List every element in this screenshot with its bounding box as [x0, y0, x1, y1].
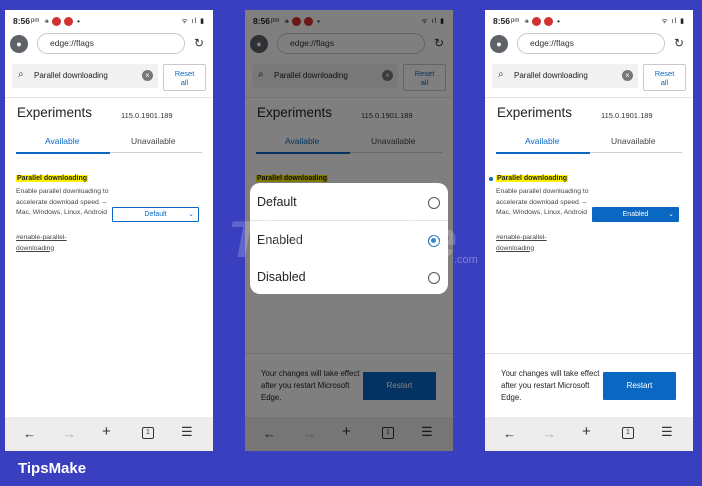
reset-label: Reset [654, 69, 675, 78]
flag-select-value: Enabled [622, 211, 649, 218]
tab-unavailable[interactable]: Unavailable [611, 136, 655, 146]
restart-button[interactable]: Restart [603, 372, 676, 400]
status-time: 8:56 [493, 16, 511, 26]
refresh-icon[interactable]: ↻ [672, 36, 686, 50]
option-dialog: Default Enabled Disabled [250, 183, 448, 294]
status-ampm: pm [31, 18, 40, 24]
search-value: Parallel downloading [514, 71, 588, 80]
radio-enabled-selected[interactable] [428, 235, 440, 247]
phone-screen-enabled: 8:56 pm ⚹ • ᯤ ıl ▮ ● edge://flags ↻ ⌕ Pa… [485, 10, 693, 451]
notification-dot-icon: • [77, 16, 80, 26]
chevron-down-icon: ⌄ [668, 211, 674, 218]
phone-screen-default: 8:56 pm ⚹ • ᯤ ıl ▮ ● edge://flags ↻ ⌕ Pa… [5, 10, 213, 451]
tab-active-indicator [16, 152, 110, 154]
jio-icon [64, 16, 74, 26]
signal-battery-icons: ᯤ ıl ▮ [181, 17, 205, 25]
option-default[interactable]: Default [257, 195, 297, 209]
page-title: Experiments [497, 105, 573, 120]
watermark-suffix: .com [454, 254, 478, 266]
flag-description: Enable parallel downloading to accelerat… [496, 188, 589, 217]
clear-search-icon[interactable]: × [142, 70, 153, 81]
menu-icon[interactable]: ☰ [181, 424, 193, 440]
option-separator [250, 220, 448, 221]
divider [485, 97, 693, 98]
back-icon[interactable]: ← [23, 426, 36, 441]
status-ampm: pm [511, 18, 520, 24]
chevron-down-icon: ⌄ [188, 211, 194, 218]
flag-select-value: Default [144, 211, 167, 218]
back-icon[interactable]: ← [503, 426, 516, 441]
restart-message: Your changes will take effect after you … [501, 369, 600, 402]
search-icon: ⌕ [498, 69, 504, 80]
address-bar[interactable]: edge://flags [517, 33, 665, 54]
flag-search-input[interactable]: ⌕ Parallel downloading × [12, 64, 158, 88]
reset-label: Reset [174, 69, 195, 78]
reset-all-button[interactable]: Reset all [163, 64, 206, 91]
tab-available[interactable]: Available [45, 136, 79, 146]
profile-avatar-icon[interactable]: ● [490, 35, 508, 53]
address-row: ● edge://flags ↻ [5, 32, 213, 56]
notification-dot-icon: • [557, 16, 560, 26]
bottom-nav: ← → + 1 ☰ [485, 417, 693, 451]
flag-search-input[interactable]: ⌕ Parallel downloading × [492, 64, 638, 88]
tab-active-indicator [496, 152, 590, 154]
flag-anchor-link[interactable]: #enable-parallel-downloading [496, 233, 576, 254]
new-tab-icon[interactable]: + [102, 423, 111, 440]
search-icon: ⌕ [18, 69, 24, 80]
restart-banner: Your changes will take effect after you … [485, 353, 693, 417]
flag-name: Parallel downloading [496, 175, 569, 182]
option-disabled[interactable]: Disabled [257, 270, 306, 284]
jio-icon [544, 16, 554, 26]
menu-icon[interactable]: ☰ [661, 424, 673, 440]
jio-icon [532, 16, 542, 26]
signal-battery-icons: ᯤ ıl ▮ [661, 17, 685, 25]
tab-count-icon[interactable]: 1 [622, 427, 634, 439]
tab-unavailable[interactable]: Unavailable [131, 136, 175, 146]
flag-anchor-link[interactable]: #enable-parallel-downloading [16, 233, 96, 254]
modified-flag-indicator [489, 177, 493, 181]
reset-label-2: all [180, 78, 189, 87]
radio-default[interactable] [428, 197, 440, 209]
flag-name: Parallel downloading [16, 175, 89, 182]
status-time: 8:56 [13, 16, 31, 26]
tab-count-icon[interactable]: 1 [142, 427, 154, 439]
profile-avatar-icon[interactable]: ● [10, 35, 28, 53]
reset-all-button[interactable]: Reset all [643, 64, 686, 91]
radio-disabled[interactable] [428, 272, 440, 284]
brand-logo: TipsMake [18, 460, 87, 477]
status-bar: 8:56 pm ⚹ • ᯤ ıl ▮ [5, 10, 213, 32]
bottom-nav: ← → + 1 ☰ [5, 417, 213, 451]
jio-icon [52, 16, 62, 26]
address-row: ● edge://flags ↻ [485, 32, 693, 56]
refresh-icon[interactable]: ↻ [192, 36, 206, 50]
flag-select[interactable]: Default ⌄ [112, 207, 199, 222]
version-number: 115.0.1901.189 [601, 111, 653, 120]
divider [5, 97, 213, 98]
flag-description: Enable parallel downloading to accelerat… [16, 188, 109, 217]
search-value: Parallel downloading [34, 71, 108, 80]
network-icon: ⚹ [44, 16, 50, 25]
phone-screen-dialog: 8:56 pm ⚹ • ᯤ ıl ▮ ● edge://flags ↻ ⌕ Pa… [245, 10, 453, 451]
reset-label-2: all [660, 78, 669, 87]
option-enabled[interactable]: Enabled [257, 233, 303, 247]
flag-select[interactable]: Enabled ⌄ [592, 207, 679, 222]
page-title: Experiments [17, 105, 93, 120]
version-number: 115.0.1901.189 [121, 111, 173, 120]
forward-icon[interactable]: → [543, 426, 556, 441]
tab-available[interactable]: Available [525, 136, 559, 146]
forward-icon[interactable]: → [63, 426, 76, 441]
clear-search-icon[interactable]: × [622, 70, 633, 81]
status-bar: 8:56 pm ⚹ • ᯤ ıl ▮ [485, 10, 693, 32]
network-icon: ⚹ [524, 16, 530, 25]
new-tab-icon[interactable]: + [582, 423, 591, 440]
address-bar[interactable]: edge://flags [37, 33, 185, 54]
